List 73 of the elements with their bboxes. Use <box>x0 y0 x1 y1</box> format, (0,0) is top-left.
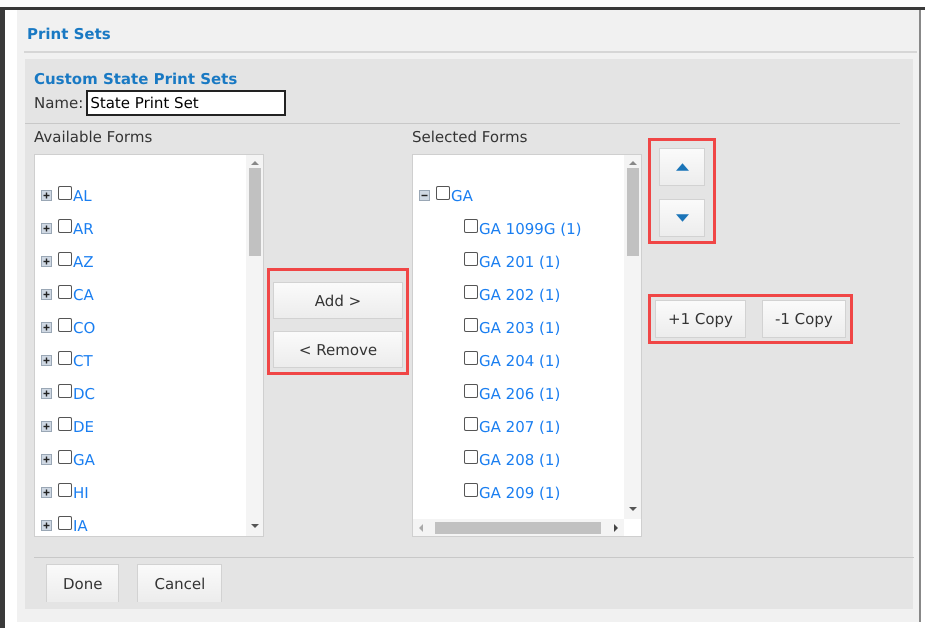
checkbox[interactable] <box>58 186 72 200</box>
form-item[interactable]: GA 206 (1) <box>479 384 560 402</box>
state-item[interactable]: AR <box>73 220 94 238</box>
vertical-scrollbar[interactable] <box>246 155 263 536</box>
transfer-button[interactable]: < Remove <box>273 331 403 368</box>
window-title: Print Sets <box>24 10 917 53</box>
footer-button[interactable]: Done <box>46 564 120 602</box>
copy-button[interactable]: -1 Copy <box>762 300 846 338</box>
checkbox[interactable] <box>464 318 478 332</box>
move-up-button[interactable] <box>659 148 705 186</box>
expand-toggle-icon[interactable] <box>41 421 52 432</box>
expand-toggle-icon[interactable] <box>41 454 52 465</box>
state-item[interactable]: DE <box>73 418 94 436</box>
checkbox[interactable] <box>58 416 72 430</box>
form-item[interactable]: GA 204 (1) <box>479 352 560 370</box>
checkbox[interactable] <box>58 252 72 266</box>
form-item[interactable]: GA 203 (1) <box>479 318 560 336</box>
state-item[interactable]: HI <box>73 484 89 502</box>
state-item[interactable]: GA <box>73 450 95 468</box>
checkbox[interactable] <box>464 416 478 430</box>
selected-forms-heading: Selected Forms <box>412 128 528 146</box>
checkbox[interactable] <box>58 318 72 332</box>
checkbox[interactable] <box>436 186 450 200</box>
state-item[interactable]: DC <box>73 384 96 402</box>
checkbox[interactable] <box>58 516 72 530</box>
expand-toggle-icon[interactable] <box>41 190 52 201</box>
up-triangle-icon <box>676 163 688 171</box>
expand-toggle-icon[interactable] <box>41 256 52 267</box>
state-item[interactable]: AZ <box>73 252 94 270</box>
name-input-field[interactable]: State Print Set <box>86 90 286 116</box>
checkbox[interactable] <box>58 384 72 398</box>
checkbox[interactable] <box>58 350 72 364</box>
expand-toggle-icon[interactable] <box>41 388 52 399</box>
down-triangle-icon <box>676 214 688 222</box>
checkbox[interactable] <box>58 482 72 496</box>
form-item[interactable]: GA 202 (1) <box>479 286 560 304</box>
expand-toggle-icon[interactable] <box>41 355 52 366</box>
state-item[interactable]: AL <box>73 186 92 204</box>
name-label: Name: <box>34 94 84 112</box>
footer-button[interactable]: Cancel <box>137 564 222 602</box>
form-item[interactable]: GA 209 (1) <box>479 484 560 502</box>
section-title: Custom State Print Sets <box>34 70 238 88</box>
move-down-button[interactable] <box>659 199 705 237</box>
collapse-toggle-icon[interactable] <box>419 190 430 201</box>
checkbox[interactable] <box>58 450 72 464</box>
state-item[interactable]: CA <box>73 286 94 304</box>
state-item[interactable]: CO <box>73 318 96 336</box>
checkbox[interactable] <box>464 350 478 364</box>
expand-toggle-icon[interactable] <box>41 322 52 333</box>
form-item[interactable]: GA 207 (1) <box>479 418 560 436</box>
expand-toggle-icon[interactable] <box>41 520 52 531</box>
state-item[interactable]: IA <box>73 516 88 534</box>
expand-toggle-icon[interactable] <box>41 289 52 300</box>
checkbox[interactable] <box>464 450 478 464</box>
form-item[interactable]: GA 201 (1) <box>479 252 560 270</box>
state-item[interactable]: GA <box>451 186 473 204</box>
horizontal-scrollbar[interactable] <box>413 519 624 536</box>
checkbox[interactable] <box>58 218 72 232</box>
checkbox[interactable] <box>58 284 72 298</box>
checkbox[interactable] <box>464 252 478 266</box>
available-forms-heading: Available Forms <box>34 128 152 146</box>
expand-toggle-icon[interactable] <box>41 487 52 498</box>
expand-toggle-icon[interactable] <box>41 223 52 234</box>
checkbox[interactable] <box>464 284 478 298</box>
vertical-scrollbar[interactable] <box>624 155 641 519</box>
state-item[interactable]: CT <box>73 352 93 370</box>
transfer-button[interactable]: Add > <box>273 282 403 319</box>
form-item[interactable]: GA 1099G (1) <box>479 220 582 238</box>
checkbox[interactable] <box>464 482 478 496</box>
checkbox[interactable] <box>464 218 478 232</box>
checkbox[interactable] <box>464 384 478 398</box>
form-item[interactable]: GA 208 (1) <box>479 450 560 468</box>
copy-button[interactable]: +1 Copy <box>655 300 746 338</box>
